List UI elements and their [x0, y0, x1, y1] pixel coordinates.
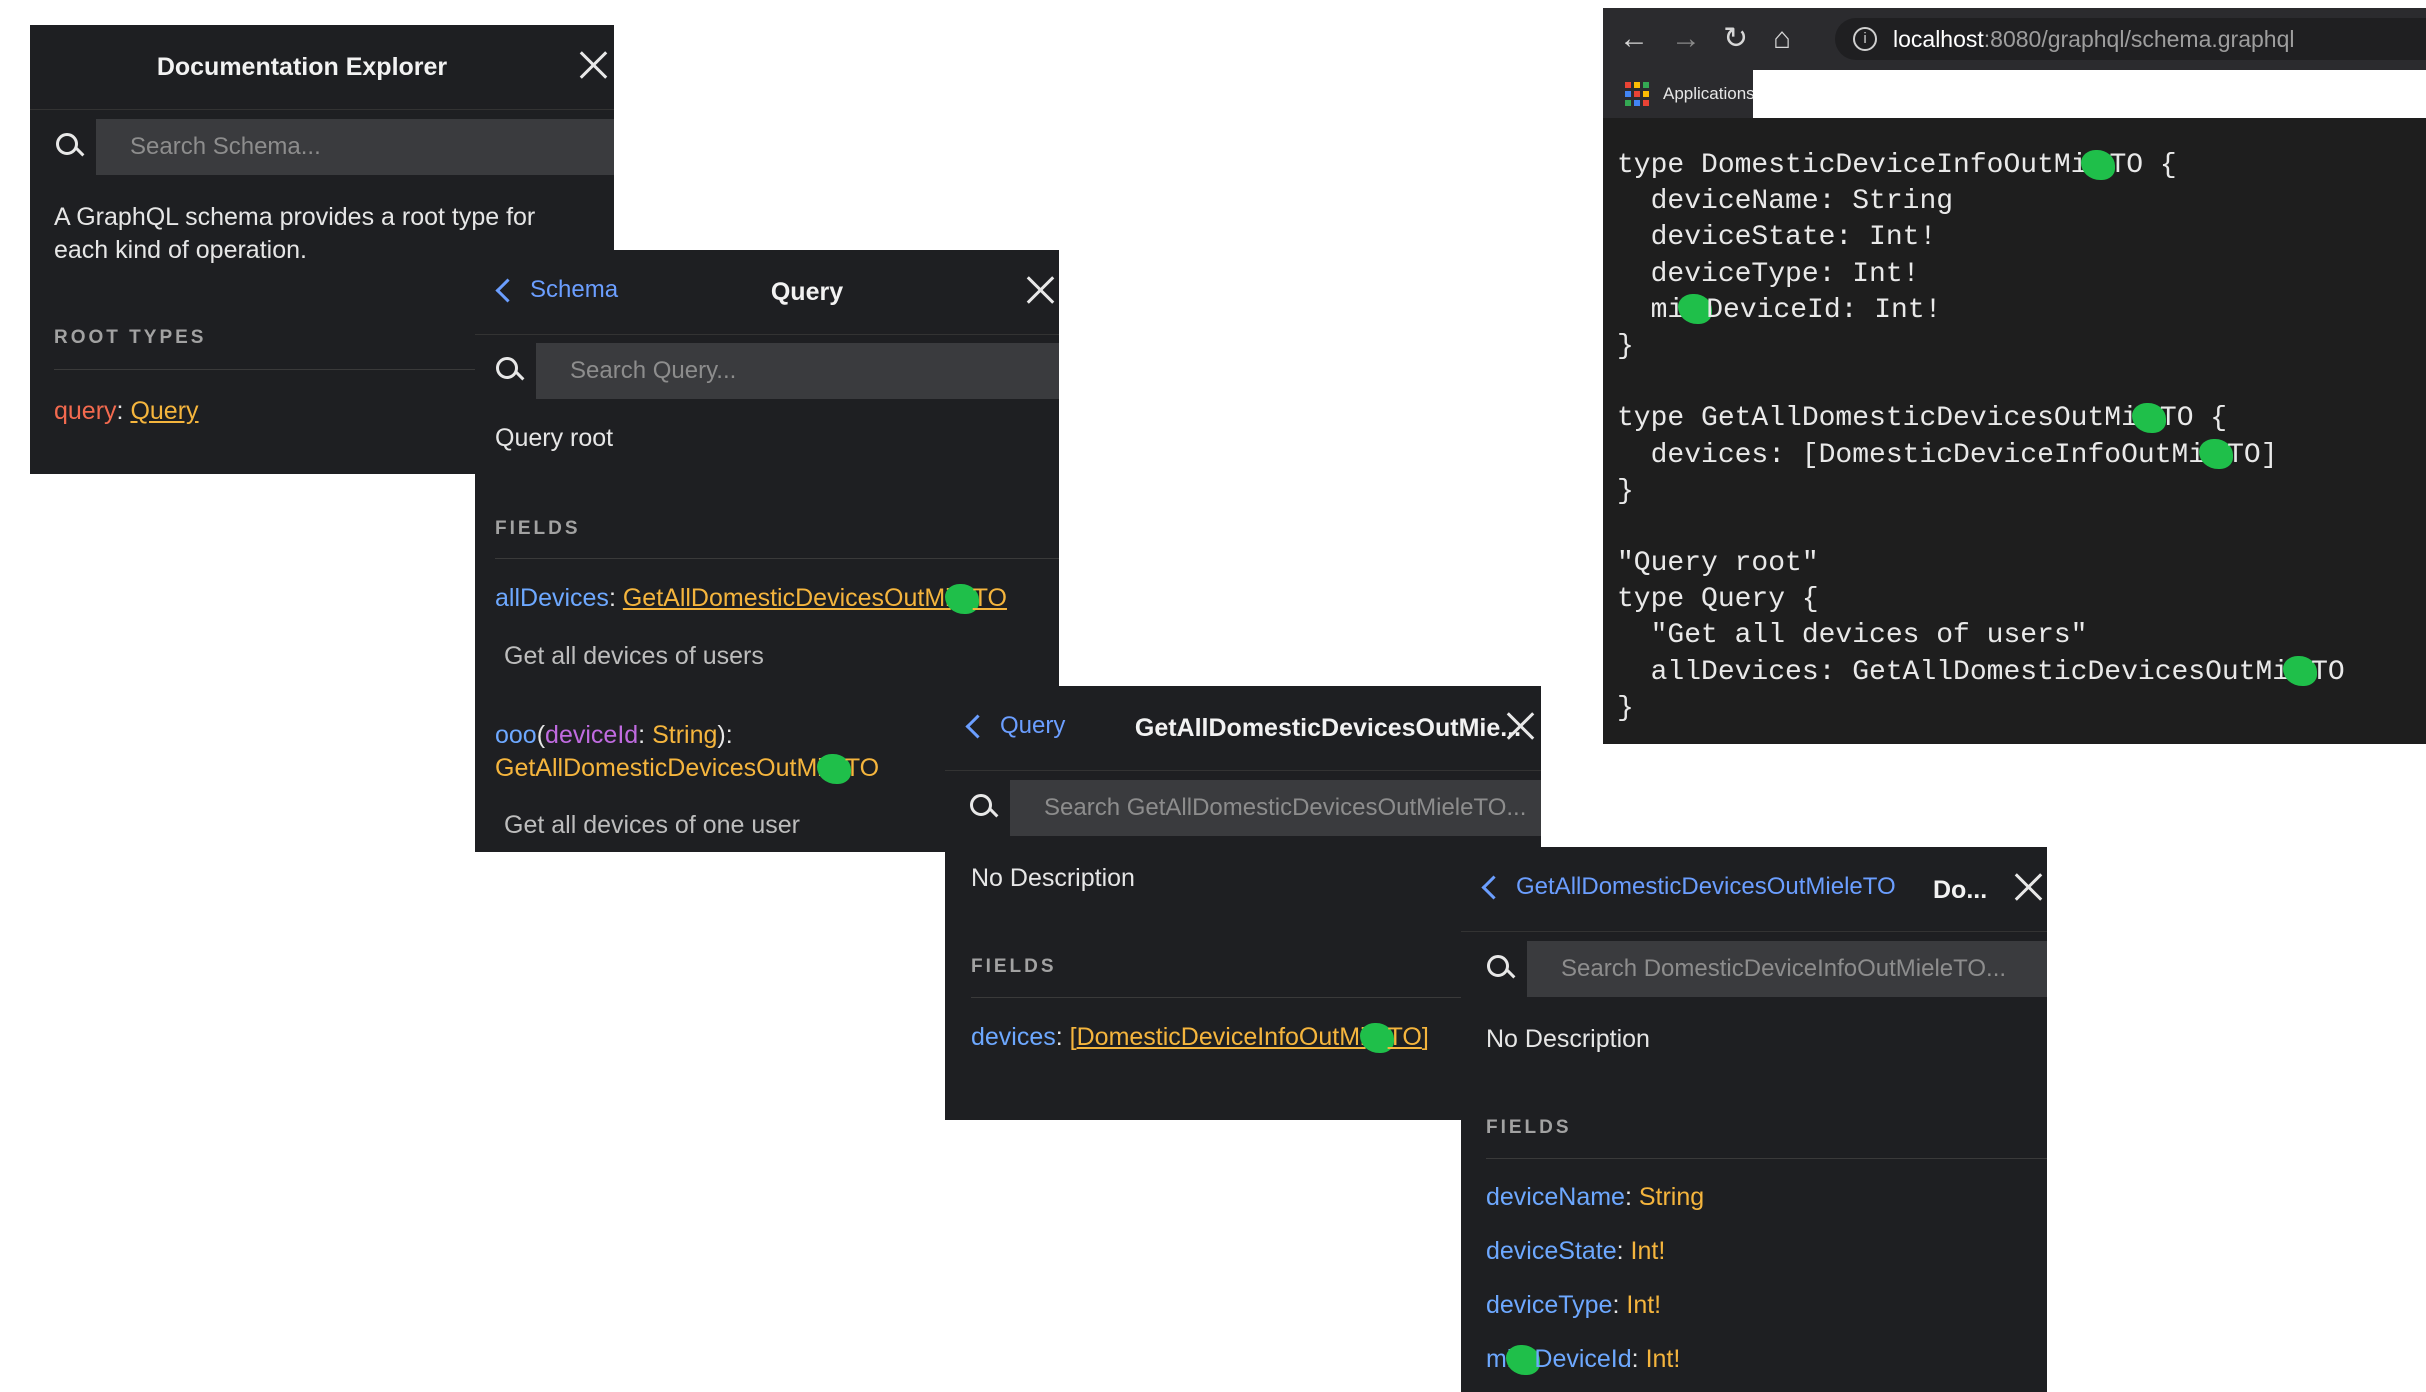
field-name[interactable]: mi DeviceId [1486, 1345, 1632, 1376]
code-line: deviceType: Int! [1617, 258, 1920, 290]
search-icon [492, 353, 528, 389]
panel-title: Documentation Explorer [156, 52, 448, 81]
field-name[interactable]: devices [971, 1023, 1056, 1051]
field-description: Get all devices of one user [504, 811, 800, 839]
search-bar: Search GetAllDomesticDevicesOutMieleTO..… [966, 780, 1541, 836]
back-button[interactable]: Query [963, 712, 1065, 740]
section-heading: FIELDS [1486, 1117, 1572, 1138]
type-panel: Query GetAllDomesticDevicesOutMie... Sea… [945, 686, 1541, 1120]
bookmark-applications[interactable]: Applications [1663, 84, 1755, 104]
reload-icon[interactable]: ↻ [1723, 22, 1748, 56]
field-name[interactable]: deviceState [1486, 1237, 1617, 1265]
search-icon [1483, 951, 1519, 987]
browser-toolbar: ← → ↻ ⌂ i localhost:8080/graphql/schema.… [1603, 8, 2426, 70]
type-description: No Description [971, 864, 1135, 892]
back-label: GetAllDomesticDevicesOutMieleTO [1516, 873, 1896, 900]
code-line: type DomesticDeviceInfoOutMi TO { [1617, 149, 2177, 181]
field-name[interactable]: ooo [495, 721, 537, 749]
info-icon: i [1853, 27, 1877, 51]
device-info-panel: GetAllDomesticDevicesOutMieleTO Do... Se… [1461, 847, 2047, 1392]
code-line: } [1617, 692, 1634, 724]
chevron-left-icon [495, 277, 520, 303]
field-name[interactable]: allDevices [495, 584, 609, 612]
code-line: mi DeviceId: Int! [1617, 294, 1942, 326]
code-line: } [1617, 475, 1634, 507]
search-bar: Search Query... [492, 343, 1059, 399]
field-type-link[interactable]: GetAllDomesticDevicesOutMi TO [623, 584, 1007, 615]
arg-name: deviceId [545, 721, 639, 749]
field-type[interactable]: GetAllDomesticDevicesOutMi TO [495, 754, 879, 785]
search-bar: Search DomesticDeviceInfoOutMieleTO... [1483, 941, 2047, 997]
field-type[interactable]: Int! [1646, 1345, 1681, 1373]
arg-type[interactable]: String [652, 721, 717, 749]
section-heading: FIELDS [495, 518, 581, 539]
back-button[interactable]: Schema [493, 276, 618, 304]
field-row: deviceType: Int! [1486, 1291, 1662, 1319]
back-arrow-icon[interactable]: ← [1619, 22, 1649, 56]
root-key: query [54, 397, 117, 425]
close-icon[interactable] [1503, 708, 1537, 742]
search-input[interactable]: Search GetAllDomesticDevicesOutMieleTO..… [1010, 780, 1541, 836]
field-type[interactable]: Int! [1626, 1291, 1661, 1319]
field-description: Get all devices of users [504, 642, 764, 670]
search-input[interactable]: Search DomesticDeviceInfoOutMieleTO... [1527, 941, 2047, 997]
type-description: No Description [1486, 1025, 1650, 1053]
code-line: type Query { [1617, 584, 1819, 616]
close-icon[interactable] [1023, 272, 1057, 306]
close-icon[interactable] [2011, 869, 2045, 903]
code-line: } [1617, 330, 1634, 362]
code-line: "Query root" [1617, 548, 1819, 580]
url-path: :8080/graphql/schema.graphql [1983, 25, 2295, 52]
forward-arrow-icon[interactable]: → [1671, 22, 1701, 56]
code-line: deviceName: String [1617, 186, 1954, 218]
section-heading: ROOT TYPES [54, 327, 207, 348]
field-name[interactable]: deviceName [1486, 1183, 1625, 1211]
code-line: allDevices: GetAllDomesticDevicesOutMi TO [1617, 656, 2345, 688]
divider [971, 997, 1541, 998]
chevron-left-icon [1481, 874, 1506, 900]
home-icon[interactable]: ⌂ [1773, 22, 1791, 56]
field-type[interactable]: Int! [1631, 1237, 1666, 1265]
field-name[interactable]: deviceType [1486, 1291, 1612, 1319]
search-bar: Search Schema... [52, 119, 614, 175]
browser-window: ← → ↻ ⌂ i localhost:8080/graphql/schema.… [1603, 8, 2426, 744]
panel-title: Do... [1933, 876, 1988, 904]
divider [495, 558, 1059, 559]
field-type-link[interactable]: DomesticDeviceInfoOutMi TO [1077, 1023, 1422, 1054]
address-bar[interactable]: i localhost:8080/graphql/schema.graphql [1835, 18, 2426, 60]
bookmarks-bar-empty [1753, 70, 2426, 118]
url-host: localhost [1893, 25, 1984, 52]
field-row: deviceName: String [1486, 1183, 1705, 1211]
field-row: mi DeviceId: Int! [1486, 1343, 1680, 1376]
panel-title: Query [770, 277, 844, 306]
field-row: deviceState: Int! [1486, 1237, 1666, 1265]
back-button[interactable]: GetAllDomesticDevicesOutMieleTO [1479, 873, 1896, 901]
field-type[interactable]: String [1639, 1183, 1704, 1211]
schema-code: type DomesticDeviceInfoOutMi TO { deviceN… [1617, 148, 2345, 727]
close-icon[interactable] [576, 47, 610, 81]
panel-title: GetAllDomesticDevicesOutMie... [1134, 713, 1522, 742]
section-heading: FIELDS [971, 956, 1057, 977]
apps-grid-icon [1625, 82, 1649, 106]
divider [1486, 1158, 2047, 1159]
root-type-link[interactable]: Query [130, 397, 198, 425]
code-line: deviceState: Int! [1617, 222, 1937, 254]
back-label: Schema [530, 276, 619, 303]
field-row: devices: [DomesticDeviceInfoOutMi TO] [971, 1021, 1429, 1054]
search-icon [966, 790, 1002, 826]
chevron-left-icon [965, 713, 990, 739]
field-row: allDevices: GetAllDomesticDevicesOutMi TO [495, 582, 1007, 615]
search-input[interactable]: Search Schema... [96, 119, 614, 175]
type-description: Query root [495, 424, 614, 452]
code-line: devices: [DomesticDeviceInfoOutMi TO] [1617, 439, 2278, 471]
search-icon [52, 129, 88, 165]
back-label: Query [1000, 712, 1066, 739]
code-line: "Get all devices of users" [1617, 620, 2088, 652]
search-input[interactable]: Search Query... [536, 343, 1059, 399]
root-type-row: query: Query [54, 397, 199, 425]
code-line: type GetAllDomesticDevicesOutMi TO { [1617, 402, 2228, 435]
